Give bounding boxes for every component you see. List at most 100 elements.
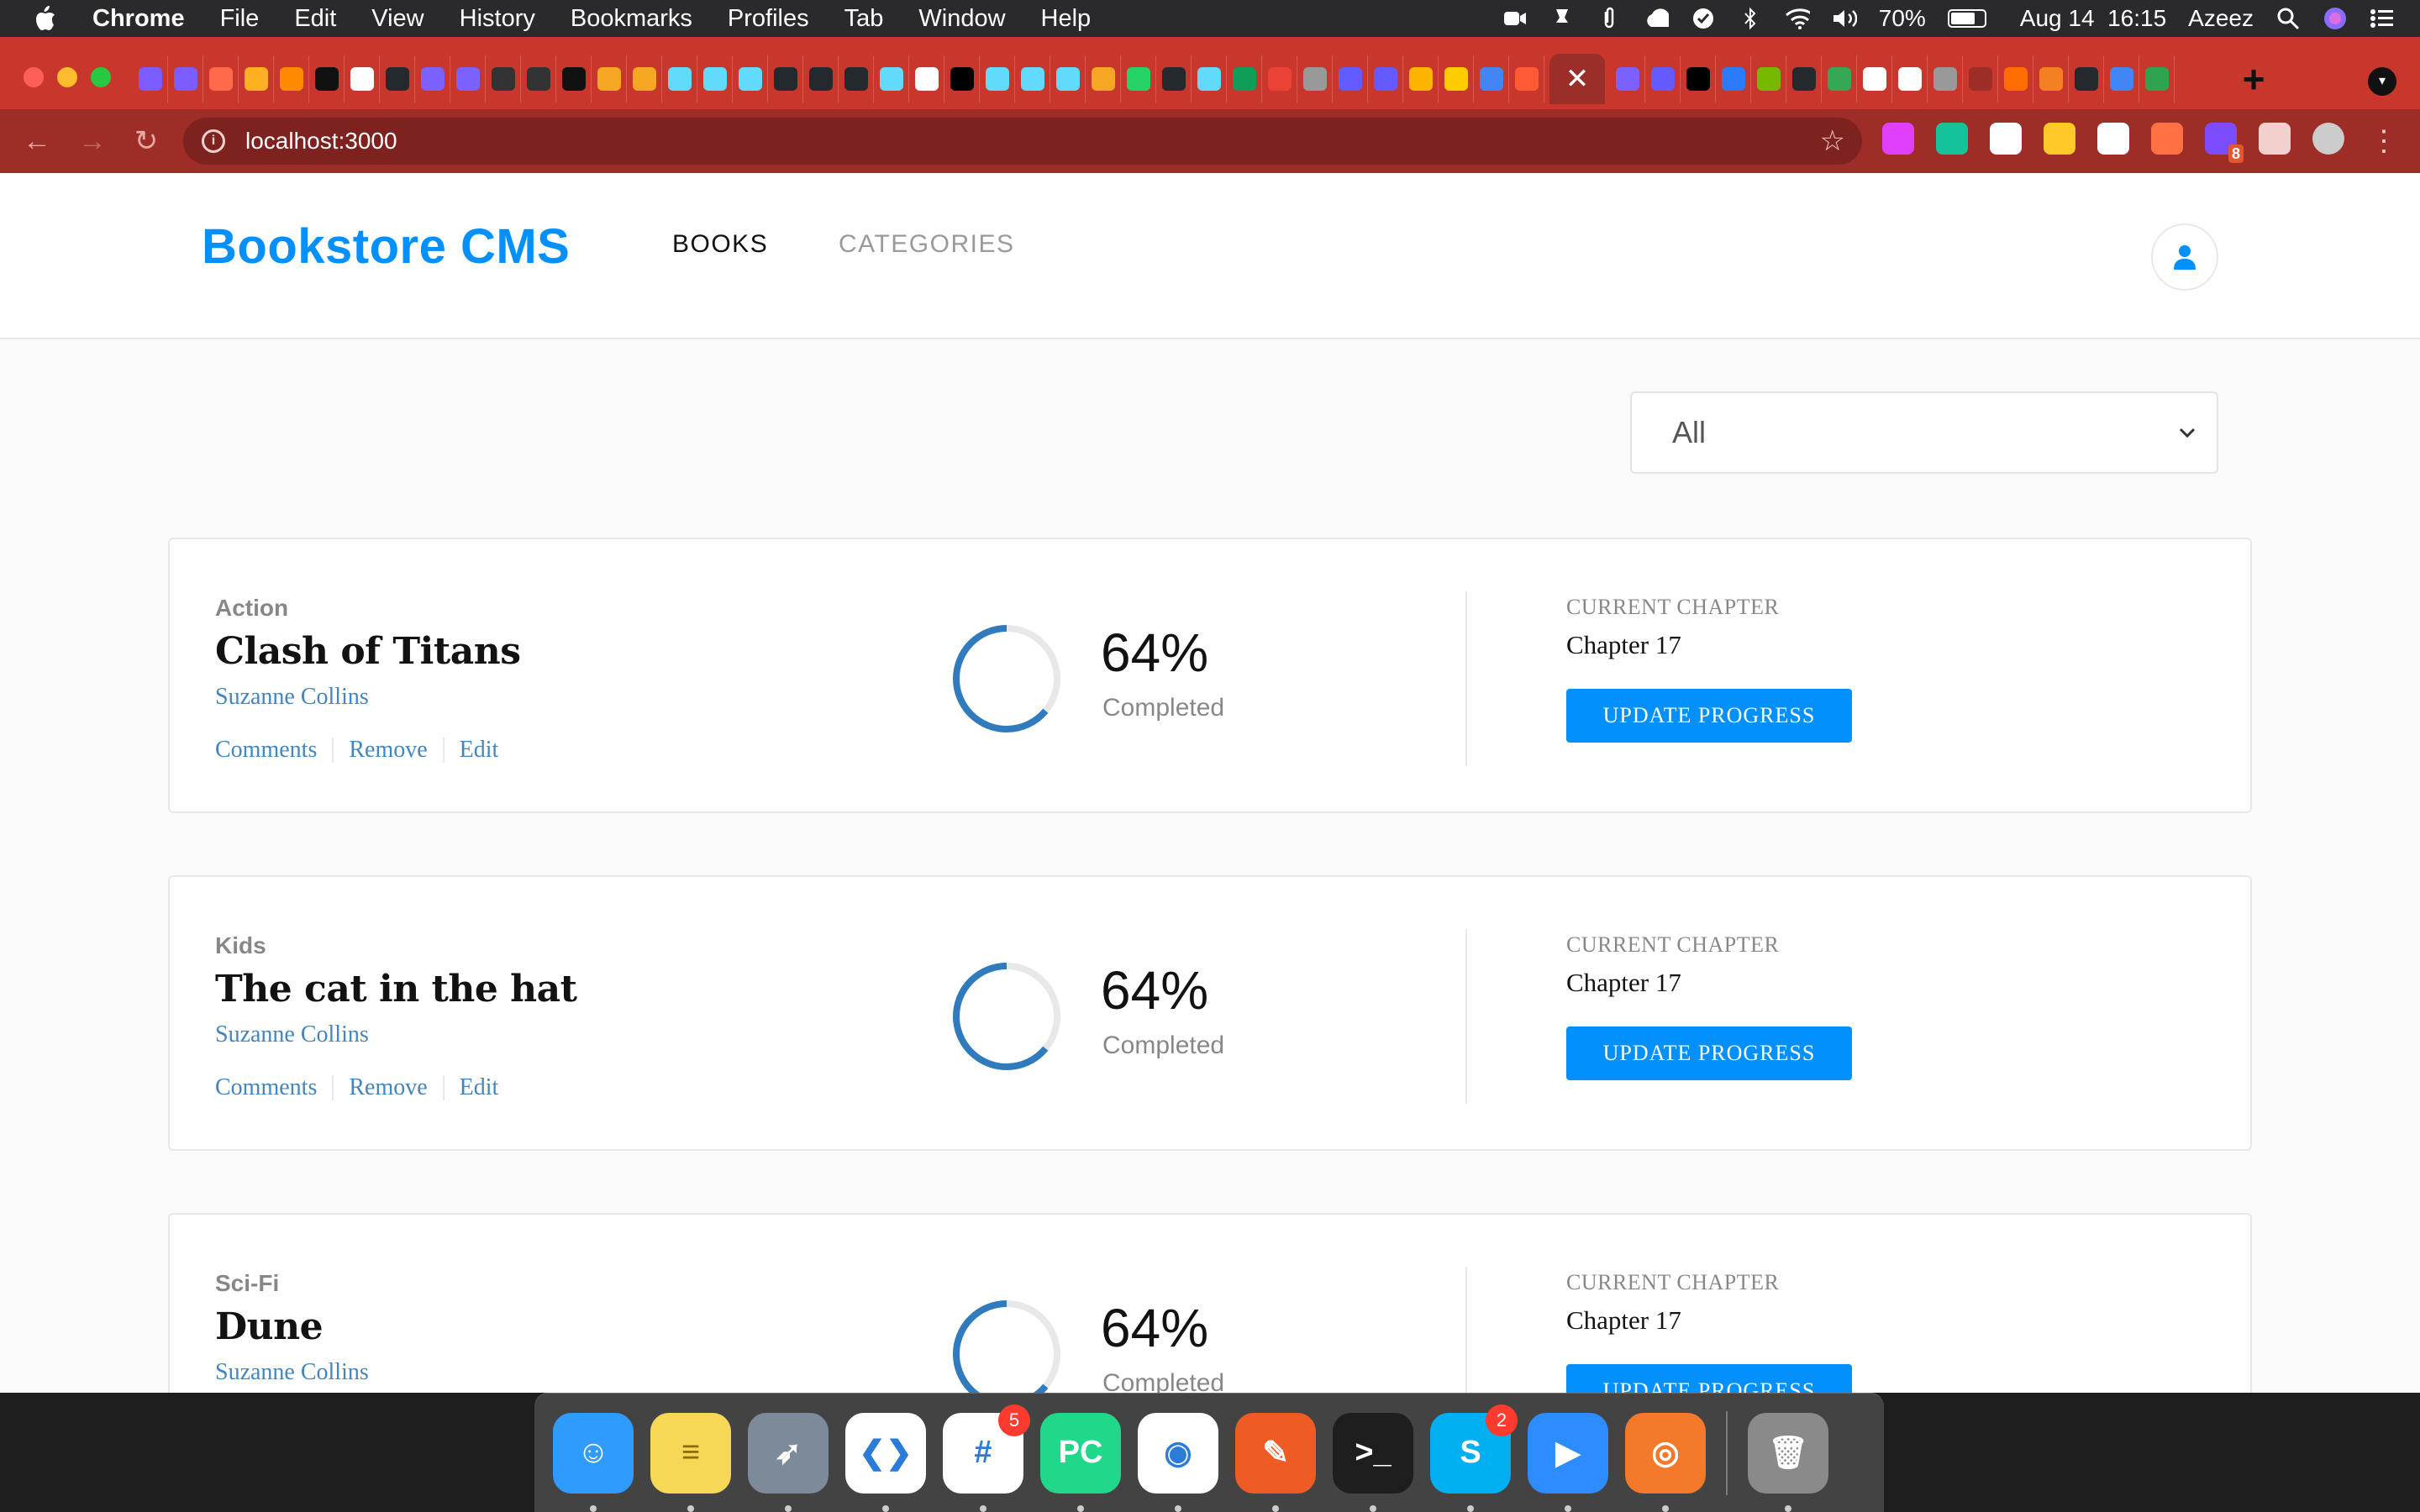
brand-logo[interactable]: Bookstore CMS — [202, 218, 570, 275]
chrome-menu-icon[interactable]: ⋮ — [2370, 124, 2398, 158]
remove-button[interactable]: Remove — [332, 1075, 442, 1100]
control-center-icon[interactable] — [2370, 8, 2395, 29]
browser-tab[interactable] — [239, 55, 274, 102]
browser-tab[interactable] — [1474, 55, 1509, 102]
apple-icon[interactable] — [32, 6, 69, 31]
menu-help[interactable]: Help — [1041, 5, 1092, 33]
browser-tab[interactable] — [874, 55, 909, 102]
postman-dock-icon[interactable]: ✎ — [1235, 1412, 1316, 1512]
browser-tab[interactable] — [1050, 55, 1086, 102]
menu-edit[interactable]: Edit — [294, 5, 336, 33]
battery-icon[interactable] — [1947, 9, 1986, 28]
notes-extension-icon[interactable] — [2097, 123, 2129, 155]
book-author[interactable]: Suzanne Collins — [215, 1359, 369, 1386]
menu-file[interactable]: File — [220, 5, 260, 33]
browser-tab[interactable] — [1439, 55, 1474, 102]
comments-button[interactable]: Comments — [215, 738, 332, 763]
browser-tab[interactable] — [486, 55, 521, 102]
browser-tab[interactable] — [1403, 55, 1439, 102]
site-info-icon[interactable]: i — [202, 129, 225, 153]
edit-button[interactable]: Edit — [442, 1075, 514, 1100]
update-progress-button[interactable]: UPDATE PROGRESS — [1566, 689, 1852, 743]
browser-tab[interactable] — [274, 55, 309, 102]
browser-tab[interactable] — [1121, 55, 1156, 102]
finder-dock-icon[interactable]: ☺ — [553, 1412, 634, 1512]
terminal-dock-icon[interactable]: >_ — [1333, 1412, 1413, 1512]
browser-tab[interactable] — [944, 55, 980, 102]
lock-extension-icon[interactable] — [2044, 123, 2075, 155]
browser-tab[interactable] — [556, 55, 592, 102]
checkmark-icon[interactable] — [1691, 8, 1716, 29]
browser-tab[interactable] — [1857, 55, 1892, 102]
browser-tab[interactable] — [1681, 55, 1716, 102]
browser-tab[interactable] — [415, 55, 450, 102]
browser-tab[interactable] — [803, 55, 839, 102]
address-bar[interactable]: i localhost:3000 ☆ — [183, 118, 1862, 165]
grammarly-extension-icon[interactable] — [1936, 123, 1968, 155]
clock[interactable]: Aug 14 16:15 — [2020, 5, 2166, 32]
browser-tab[interactable] — [627, 55, 662, 102]
menu-history[interactable]: History — [460, 5, 535, 33]
browser-tab[interactable] — [380, 55, 415, 102]
nav-books-link[interactable]: BOOKS — [672, 230, 768, 259]
window-close-button[interactable] — [24, 67, 44, 87]
paperclip-icon[interactable] — [1597, 7, 1622, 29]
forward-button[interactable]: → — [76, 124, 109, 158]
update-progress-button[interactable]: UPDATE PROGRESS — [1566, 1364, 1852, 1393]
book-author[interactable]: Suzanne Collins — [215, 1021, 369, 1048]
menu-bookmarks[interactable]: Bookmarks — [571, 5, 692, 33]
slack-dock-icon[interactable]: #5 — [943, 1404, 1030, 1512]
browser-tab[interactable] — [1192, 55, 1227, 102]
volume-icon[interactable] — [1832, 8, 1857, 29]
camera-icon[interactable] — [1502, 8, 1528, 29]
new-tab-button[interactable]: + — [2235, 60, 2272, 98]
browser-tab[interactable] — [662, 55, 697, 102]
cloud-icon[interactable] — [1644, 8, 1669, 29]
menu-view[interactable]: View — [371, 5, 424, 33]
browser-tab[interactable] — [733, 55, 768, 102]
browser-tab[interactable] — [839, 55, 874, 102]
chrome-dock-icon[interactable]: ◉ — [1138, 1412, 1218, 1512]
puzzle-extension-icon[interactable] — [2259, 123, 2291, 155]
browser-tab[interactable] — [1822, 55, 1857, 102]
edit-button[interactable]: Edit — [442, 738, 514, 763]
browser-tab[interactable] — [1015, 55, 1050, 102]
back-button[interactable]: ← — [20, 124, 54, 158]
browser-tab[interactable] — [345, 55, 380, 102]
notes-dock-icon[interactable]: ≡ — [650, 1412, 731, 1512]
active-tab-close-button[interactable]: ✕ — [1549, 54, 1605, 104]
browser-tab[interactable] — [168, 55, 203, 102]
browser-tab[interactable] — [1227, 55, 1262, 102]
browser-tab[interactable] — [309, 55, 345, 102]
browser-tab[interactable] — [1716, 55, 1751, 102]
wifi-icon[interactable] — [1785, 8, 1810, 29]
window-minimize-button[interactable] — [57, 67, 77, 87]
blender-dock-icon[interactable]: ◎ — [1625, 1412, 1706, 1512]
trash-dock-icon[interactable]: 🗑 — [1748, 1412, 1828, 1512]
book-author[interactable]: Suzanne Collins — [215, 684, 369, 711]
user-profile-button[interactable] — [2151, 223, 2218, 291]
pycharm-dock-icon[interactable]: PC — [1040, 1412, 1121, 1512]
menu-profiles[interactable]: Profiles — [728, 5, 809, 33]
comments-button[interactable]: Comments — [215, 1075, 332, 1100]
nav-categories-link[interactable]: CATEGORIES — [839, 230, 1014, 259]
skype-dock-icon[interactable]: S2 — [1430, 1404, 1518, 1512]
profile-extension-icon[interactable] — [2312, 123, 2344, 155]
browser-tab[interactable] — [1509, 55, 1544, 102]
browser-tab[interactable] — [980, 55, 1015, 102]
browser-tab[interactable] — [1368, 55, 1403, 102]
browser-tab[interactable] — [1610, 55, 1645, 102]
user-name[interactable]: Azeez — [2188, 5, 2254, 32]
window-zoom-button[interactable] — [91, 67, 111, 87]
url-text[interactable]: localhost:3000 — [245, 128, 397, 155]
browser-tab[interactable] — [697, 55, 733, 102]
browser-tab[interactable] — [1333, 55, 1368, 102]
browser-tab[interactable] — [1645, 55, 1681, 102]
colorpicker-extension-icon[interactable] — [1882, 123, 1914, 155]
browser-tab[interactable] — [1998, 55, 2033, 102]
lighthouse-extension-icon[interactable] — [2151, 123, 2183, 155]
qr-extension-icon[interactable] — [1990, 123, 2022, 155]
vscode-dock-icon[interactable]: ❮❯ — [845, 1412, 926, 1512]
bookmark-star-icon[interactable]: ☆ — [1820, 124, 1845, 158]
update-progress-button[interactable]: UPDATE PROGRESS — [1566, 1026, 1852, 1080]
